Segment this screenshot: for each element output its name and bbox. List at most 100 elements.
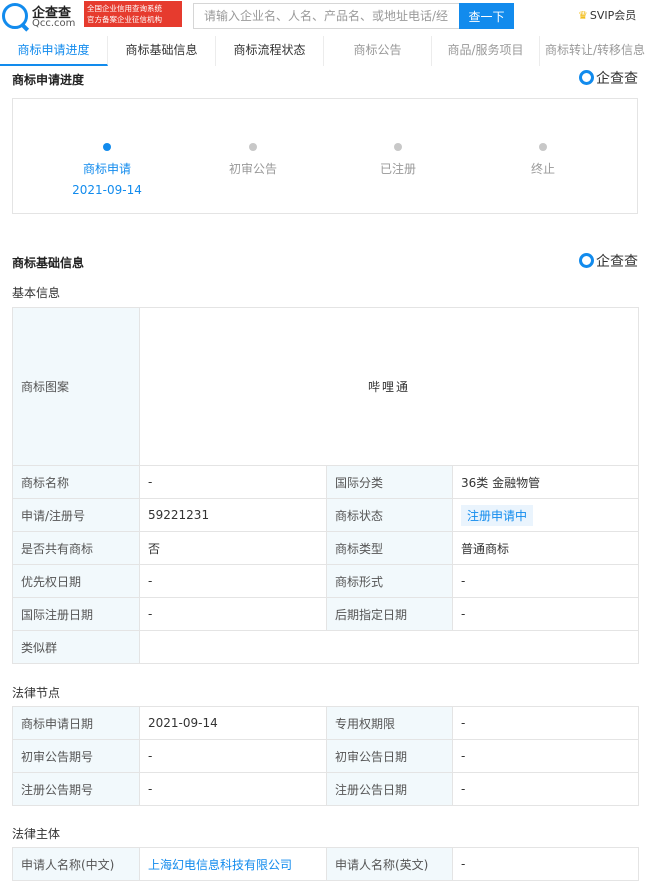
key-cell: 商标名称: [12, 465, 140, 499]
tab-bar: 商标申请进度 商标基础信息 商标流程状态 商标公告 商品/服务项目 商标转让/转…: [0, 36, 650, 66]
tab-basic-info[interactable]: 商标基础信息: [108, 36, 216, 66]
value-cell: -: [139, 597, 327, 631]
qcc-logo[interactable]: 企查查 Qcc.com: [2, 2, 82, 30]
step-label: 商标申请: [82, 162, 131, 176]
status-badge: 注册申请中: [461, 504, 534, 526]
key-cell: 是否共有商标: [12, 531, 140, 565]
table-row: 优先权日期 - 商标形式 -: [12, 564, 639, 598]
basic-watermark: 企查查: [579, 251, 638, 271]
step-label: 初审公告: [228, 162, 277, 176]
progress-watermark: 企查查: [579, 68, 638, 88]
value-cell: 59221231: [139, 498, 327, 532]
step-dot: [103, 143, 111, 151]
value-cell: -: [452, 564, 639, 598]
value-cell: 注册申请中: [452, 498, 639, 532]
value-cell: [139, 630, 639, 664]
value-cell: -: [139, 739, 327, 773]
key-cell: 初审公告日期: [326, 739, 453, 773]
key-cell: 商标申请日期: [12, 706, 140, 740]
table-row: 是否共有商标 否 商标类型 普通商标: [12, 531, 639, 565]
basic-subtitle: 基本信息: [12, 286, 61, 300]
svip-link[interactable]: ♛ SVIP会员: [578, 7, 636, 23]
step-dot: [249, 143, 257, 151]
table-row: 申请人名称(中文) 上海幻电信息科技有限公司 申请人名称(英文) -: [12, 847, 639, 881]
step-registered: 已注册: [338, 143, 458, 177]
value-cell: -: [139, 465, 327, 499]
table-row: 类似群: [12, 630, 639, 664]
progress-box: 商标申请 2021-09-14 初审公告 已注册 终止: [12, 98, 638, 214]
value-cell: 36类 金融物管: [452, 465, 639, 499]
key-cell: 专用权期限: [326, 706, 453, 740]
table-row: 初审公告期号 - 初审公告日期 -: [12, 739, 639, 773]
progress-watermark-text: 企查查: [596, 71, 638, 87]
basic-watermark-text: 企查查: [596, 254, 638, 270]
applicant-link[interactable]: 上海幻电信息科技有限公司: [139, 847, 327, 881]
credit-badge[interactable]: 全国企业信用查询系统 官方备案企业征信机构: [84, 1, 182, 27]
value-cell: 普通商标: [452, 531, 639, 565]
tab-transfer-info[interactable]: 商标转让/转移信息: [540, 36, 650, 66]
logo-url: Qcc.com: [32, 18, 76, 29]
basic-section-title: 商标基础信息: [12, 256, 85, 270]
search-button[interactable]: 查一下: [459, 3, 514, 29]
value-cell: 2021-09-14: [139, 706, 327, 740]
key-cell: 商标状态: [326, 498, 453, 532]
crown-icon: ♛: [578, 9, 588, 22]
value-cell: -: [139, 564, 327, 598]
image-label: 商标图案: [12, 307, 140, 466]
key-cell: 优先权日期: [12, 564, 140, 598]
table-row: 商标图案 哔哩通: [12, 307, 639, 466]
progress-section-title: 商标申请进度: [12, 73, 85, 87]
table-row: 商标申请日期 2021-09-14 专用权期限 -: [12, 706, 639, 740]
step-terminated: 终止: [483, 143, 603, 177]
key-cell: 类似群: [12, 630, 140, 664]
tab-announcement[interactable]: 商标公告: [324, 36, 432, 66]
tab-goods-services[interactable]: 商品/服务项目: [432, 36, 540, 66]
step-label: 已注册: [379, 162, 416, 176]
step-preliminary: 初审公告: [193, 143, 313, 177]
table-row: 商标名称 - 国际分类 36类 金融物管: [12, 465, 639, 499]
value-cell: -: [452, 847, 639, 881]
key-cell: 商标类型: [326, 531, 453, 565]
qcc-icon: [579, 253, 594, 268]
value-cell: -: [452, 706, 639, 740]
step-label: 终止: [530, 162, 555, 176]
value-cell: -: [452, 597, 639, 631]
tab-application-progress[interactable]: 商标申请进度: [0, 36, 108, 66]
qcc-icon: [579, 70, 594, 85]
step-date: 2021-09-14: [72, 183, 142, 197]
value-cell: -: [452, 772, 639, 806]
subject-table: 申请人名称(中文) 上海幻电信息科技有限公司 申请人名称(英文) -: [12, 847, 639, 881]
value-cell: -: [452, 739, 639, 773]
key-cell: 注册公告期号: [12, 772, 140, 806]
key-cell: 后期指定日期: [326, 597, 453, 631]
key-cell: 国际注册日期: [12, 597, 140, 631]
table-row: 注册公告期号 - 注册公告日期 -: [12, 772, 639, 806]
top-bar: 企查查 Qcc.com 全国企业信用查询系统 官方备案企业征信机构 查一下 ♛S…: [0, 0, 650, 32]
trademark-image: 哔哩通: [139, 307, 639, 466]
key-cell: 申请人名称(英文): [326, 847, 453, 881]
applicant-name[interactable]: 上海幻电信息科技有限公司: [148, 858, 292, 872]
step-dot: [394, 143, 402, 151]
table-row: 国际注册日期 - 后期指定日期 -: [12, 597, 639, 631]
value-cell: 否: [139, 531, 327, 565]
badge-line1: 全国企业信用查询系统: [87, 4, 162, 13]
key-cell: 申请/注册号: [12, 498, 140, 532]
key-cell: 申请人名称(中文): [12, 847, 140, 881]
legal-title: 法律节点: [12, 686, 61, 700]
badge-line2: 官方备案企业征信机构: [87, 15, 162, 24]
key-cell: 初审公告期号: [12, 739, 140, 773]
key-cell: 注册公告日期: [326, 772, 453, 806]
step-dot: [539, 143, 547, 151]
key-cell: 商标形式: [326, 564, 453, 598]
svip-label: SVIP会员: [589, 9, 637, 22]
table-row: 申请/注册号 59221231 商标状态 注册申请中: [12, 498, 639, 532]
legal-table: 商标申请日期 2021-09-14 专用权期限 - 初审公告期号 - 初审公告日…: [12, 706, 639, 806]
search-input[interactable]: [193, 3, 459, 29]
basic-info-table: 商标图案 哔哩通 商标名称 - 国际分类 36类 金融物管 申请/注册号 592…: [12, 307, 639, 664]
subject-title: 法律主体: [12, 827, 61, 841]
key-cell: 国际分类: [326, 465, 453, 499]
logo-icon: [2, 3, 28, 29]
tab-process-status[interactable]: 商标流程状态: [216, 36, 324, 66]
value-cell: -: [139, 772, 327, 806]
step-application: 商标申请 2021-09-14: [47, 143, 167, 197]
